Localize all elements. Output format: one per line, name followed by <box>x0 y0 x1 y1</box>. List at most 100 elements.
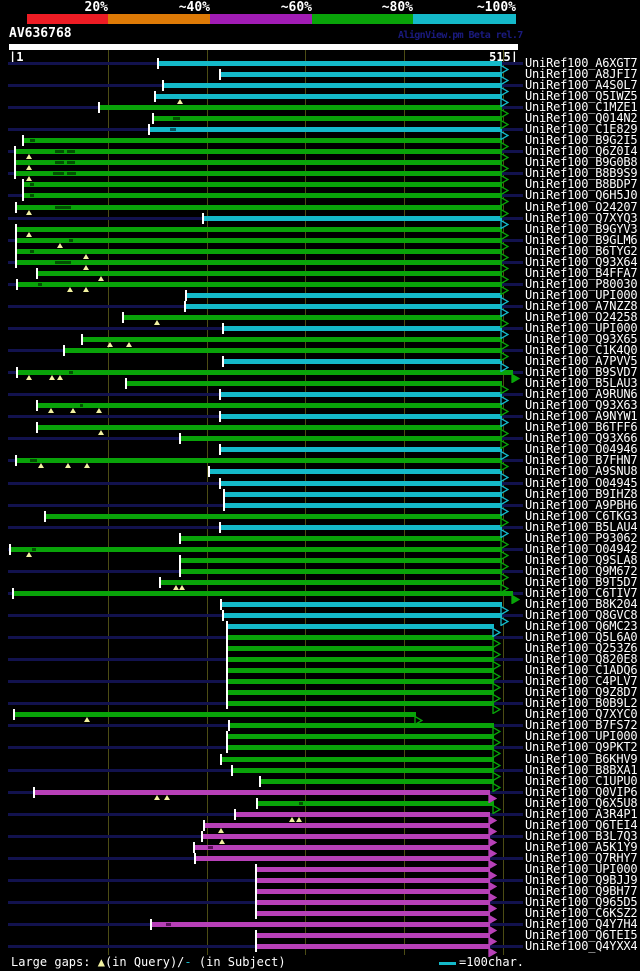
alignment-bar[interactable] <box>186 293 502 298</box>
alignment-bar[interactable] <box>180 558 502 563</box>
alignment-bar[interactable] <box>223 359 502 364</box>
alignment-bar[interactable] <box>227 657 494 662</box>
alignment-bar[interactable] <box>257 801 494 806</box>
alignment-arrowhead-icon <box>492 688 502 704</box>
alignment-bar[interactable] <box>163 83 502 88</box>
alignment-bar[interactable] <box>202 834 490 839</box>
alignment-bar[interactable] <box>220 481 502 486</box>
alignment-bar[interactable] <box>256 933 490 938</box>
alignment-bar[interactable] <box>224 503 502 508</box>
alignment-bar[interactable] <box>82 337 502 342</box>
alignment-bar[interactable] <box>15 160 502 165</box>
alignment-bar[interactable] <box>220 414 502 419</box>
alignment-bar[interactable] <box>37 271 502 276</box>
alignment-bar[interactable] <box>123 315 502 320</box>
alignment-bar[interactable] <box>45 514 502 519</box>
alignment-bar[interactable] <box>17 370 513 375</box>
alignment-arrowhead-icon <box>492 777 502 793</box>
alignment-bar[interactable] <box>256 867 490 872</box>
alignment-bar[interactable] <box>227 635 494 640</box>
row-label[interactable]: UniRef100_Q4YXX4 <box>525 940 638 952</box>
alignment-bar[interactable] <box>256 878 490 883</box>
alignment-bar[interactable] <box>180 536 502 541</box>
alignment-bar[interactable] <box>227 679 494 684</box>
alignment-bar[interactable] <box>23 138 502 143</box>
alignment-bar[interactable] <box>256 944 490 949</box>
alignment-bar[interactable] <box>153 116 502 121</box>
alignment-start-tick <box>15 246 17 257</box>
legend-scale-text: =100char. <box>459 955 525 969</box>
alignment-bar[interactable] <box>151 922 490 927</box>
alignment-bar[interactable] <box>235 812 490 817</box>
alignment-bar[interactable] <box>99 105 502 110</box>
alignment-start-tick <box>9 544 11 555</box>
alignment-bar[interactable] <box>158 61 502 66</box>
alignment-bar[interactable] <box>232 768 494 773</box>
alignment-bar[interactable] <box>224 492 502 497</box>
alignment-bar[interactable] <box>221 602 502 607</box>
alignment-start-tick <box>15 257 17 268</box>
alignment-bar[interactable] <box>204 823 490 828</box>
alignment-bar[interactable] <box>227 646 494 651</box>
alignment-bar[interactable] <box>223 613 502 618</box>
alignment-arrowhead-icon <box>500 346 510 362</box>
alignment-start-tick <box>179 533 181 544</box>
subject-gap-mark <box>69 239 73 242</box>
alignment-bar[interactable] <box>23 193 502 198</box>
alignment-bar[interactable] <box>180 436 502 441</box>
alignment-bar[interactable] <box>221 757 494 762</box>
alignment-arrowhead-icon <box>500 545 510 561</box>
alignment-bar[interactable] <box>15 171 502 176</box>
alignment-bar[interactable] <box>256 900 490 905</box>
alignment-arrowhead-icon <box>500 114 510 130</box>
alignment-bar[interactable] <box>37 425 502 430</box>
alignment-bar[interactable] <box>220 525 502 530</box>
alignment-bar[interactable] <box>227 734 494 739</box>
alignment-bar[interactable] <box>209 469 502 474</box>
alignment-bar[interactable] <box>15 149 502 154</box>
alignment-bar[interactable] <box>185 304 502 309</box>
alignment-bar[interactable] <box>14 712 416 717</box>
alignment-bar[interactable] <box>149 127 502 132</box>
alignment-bar[interactable] <box>227 701 494 706</box>
alignment-arrowhead-icon <box>500 236 510 252</box>
alignment-arrowhead-icon <box>500 147 510 163</box>
alignment-bar[interactable] <box>17 282 502 287</box>
alignment-start-tick <box>22 190 24 201</box>
alignment-bar[interactable] <box>37 403 502 408</box>
alignment-bar[interactable] <box>34 790 490 795</box>
alignment-bar[interactable] <box>227 690 494 695</box>
alignment-bar[interactable] <box>227 624 494 629</box>
alignment-bar[interactable] <box>220 72 502 77</box>
alignment-bar[interactable] <box>194 845 490 850</box>
alignment-bar[interactable] <box>203 216 502 221</box>
alignment-bar[interactable] <box>227 668 494 673</box>
alignment-bar[interactable] <box>180 569 502 574</box>
alignment-bar[interactable] <box>23 182 502 187</box>
alignment-start-tick <box>220 754 222 765</box>
alignment-start-tick <box>226 731 228 742</box>
alignment-bar[interactable] <box>260 779 494 784</box>
alignment-bar[interactable] <box>229 723 494 728</box>
alignment-bar[interactable] <box>256 889 490 894</box>
alignment-start-tick <box>256 798 258 809</box>
alignment-bar[interactable] <box>16 238 502 243</box>
alignment-bar[interactable] <box>160 580 502 585</box>
alignment-bar[interactable] <box>227 745 494 750</box>
alignment-bar[interactable] <box>220 447 502 452</box>
alignment-bar[interactable] <box>220 392 502 397</box>
alignment-bar[interactable] <box>195 856 490 861</box>
alignment-bar[interactable] <box>223 326 502 331</box>
alignment-bar[interactable] <box>126 381 502 386</box>
alignment-bar[interactable] <box>16 205 502 210</box>
alignment-start-tick <box>255 941 257 952</box>
alignment-arrowhead-icon <box>500 567 510 583</box>
query-gap-triangle-icon <box>84 717 90 722</box>
alignment-bar[interactable] <box>155 94 502 99</box>
alignment-bar[interactable] <box>256 911 490 916</box>
alignment-bar[interactable] <box>13 591 513 596</box>
alignment-bar[interactable] <box>64 348 502 353</box>
query-gap-triangle-icon <box>48 408 54 413</box>
alignment-bar[interactable] <box>10 547 502 552</box>
alignment-bar[interactable] <box>16 227 502 232</box>
